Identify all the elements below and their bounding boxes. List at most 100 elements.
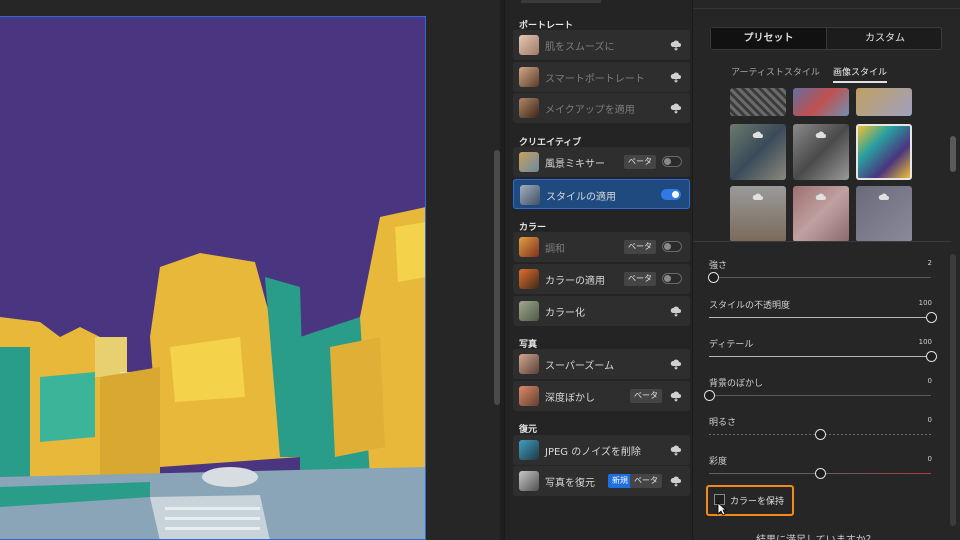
slider-knob[interactable]	[815, 468, 826, 479]
filter-item-color-transfer[interactable]: カラーの適用 ベータ	[513, 264, 690, 294]
slider-track[interactable]	[709, 468, 931, 479]
beta-badge: ベータ	[624, 272, 656, 286]
filter-item-style-transfer[interactable]: スタイルの適用	[513, 179, 690, 209]
style-thumbnail[interactable]	[793, 88, 849, 116]
filter-item-harmonization[interactable]: 調和 ベータ	[513, 232, 690, 262]
canvas-scrollbar[interactable]	[494, 150, 500, 405]
filter-item-photo-restoration[interactable]: 写真を復元 新規 ベータ	[513, 466, 690, 496]
cloud-download-icon	[815, 131, 826, 138]
style-thumbnail[interactable]	[730, 124, 786, 180]
slider-knob[interactable]	[926, 312, 937, 323]
cloud-download-icon[interactable]	[670, 358, 682, 370]
filter-item-jpeg-artifacts-removal[interactable]: JPEG のノイズを削除	[513, 435, 690, 465]
jpeg-thumbnail-icon	[519, 440, 539, 460]
panel-top-divider	[693, 8, 960, 9]
filter-item-smart-portrait[interactable]: スマートポートレート	[513, 62, 690, 92]
color-thumbnail-icon	[519, 237, 539, 257]
cloud-download-icon[interactable]	[670, 39, 682, 51]
style-thumbnail[interactable]	[856, 186, 912, 242]
style-thumbnail-icon	[520, 185, 540, 205]
cloud-download-icon	[815, 193, 826, 200]
portrait-thumbnail-icon	[519, 35, 539, 55]
filter-label: メイクアップを適用	[545, 105, 635, 116]
slider-label: 強さ	[709, 261, 728, 271]
filter-item-makeup-transfer[interactable]: メイクアップを適用	[513, 93, 690, 123]
slider-track[interactable]	[709, 312, 937, 323]
filter-item-landscape-mixer[interactable]: 風景ミキサー ベータ	[513, 147, 690, 177]
slider-knob[interactable]	[926, 351, 937, 362]
filter-label: 深度ぼかし	[545, 393, 595, 404]
style-thumbnail[interactable]	[793, 186, 849, 242]
slider-value: 100	[918, 299, 932, 307]
cloud-download-icon[interactable]	[670, 71, 682, 83]
tab-preset[interactable]: プリセット	[711, 28, 827, 49]
slider-value: 100	[918, 338, 932, 346]
filter-item-super-zoom[interactable]: スーパーズーム	[513, 349, 690, 379]
app-window: ポートレート 肌をスムーズに スマートポートレート メイクアップを適用 クリエイ…	[0, 0, 960, 540]
slider-label: ディテール	[709, 340, 754, 350]
mouse-cursor-icon	[717, 502, 727, 516]
filters-top-divider	[521, 0, 601, 3]
slider-fill	[709, 356, 931, 357]
canvas-image[interactable]	[0, 16, 426, 540]
slider-knob[interactable]	[815, 429, 826, 440]
preset-custom-segmented-control: プリセット カスタム	[710, 27, 942, 50]
restore-thumbnail-icon	[519, 471, 539, 491]
canvas-topbar	[0, 0, 500, 16]
slider-value: 2	[927, 259, 932, 267]
slider-value: 0	[927, 455, 932, 463]
beta-badge: ベータ	[624, 155, 656, 169]
zoom-thumbnail-icon	[519, 354, 539, 374]
slider-fill	[709, 317, 931, 318]
checkbox-label: カラーを保持	[730, 497, 785, 507]
cloud-download-icon[interactable]	[670, 390, 682, 402]
cloud-download-icon	[752, 131, 763, 138]
settings-scrollbar[interactable]	[950, 136, 956, 526]
style-thumbnail-selected[interactable]	[856, 124, 912, 180]
slider-knob[interactable]	[708, 272, 720, 283]
cloud-download-icon[interactable]	[670, 102, 682, 114]
filter-toggle[interactable]	[662, 156, 682, 167]
grid-divider	[693, 241, 951, 242]
slider-label: 明るさ	[709, 418, 737, 428]
subtab-artist-style[interactable]: アーティストスタイル	[731, 65, 820, 78]
filter-toggle[interactable]	[662, 241, 682, 252]
scrollbar-track[interactable]	[950, 254, 956, 526]
filter-toggle[interactable]	[661, 189, 681, 200]
style-thumbnail[interactable]	[856, 88, 912, 116]
beta-badge: ベータ	[624, 240, 656, 254]
filter-label: JPEG のノイズを削除	[545, 447, 641, 458]
cloud-download-icon[interactable]	[670, 444, 682, 456]
filter-item-smooth-skin[interactable]: 肌をスムーズに	[513, 30, 690, 60]
landscape-thumbnail-icon	[519, 152, 539, 172]
cloud-download-icon[interactable]	[670, 305, 682, 317]
portrait-thumbnail-icon	[519, 67, 539, 87]
filter-label: 写真を復元	[545, 478, 595, 489]
neural-filters-list: ポートレート 肌をスムーズに スマートポートレート メイクアップを適用 クリエイ…	[504, 0, 692, 540]
subtab-image-style[interactable]: 画像スタイル	[833, 65, 888, 83]
slider-track[interactable]	[709, 351, 937, 362]
filter-item-colorize[interactable]: カラー化	[513, 296, 690, 326]
cloud-download-icon[interactable]	[670, 475, 682, 487]
scrollbar-thumb[interactable]	[950, 136, 956, 172]
filter-label: スタイルの適用	[546, 192, 616, 203]
color-thumbnail-icon	[519, 269, 539, 289]
slider-knob[interactable]	[704, 390, 715, 401]
style-thumbnail[interactable]	[730, 186, 786, 242]
filter-label: スマートポートレート	[545, 74, 645, 85]
beta-badge: ベータ	[630, 474, 662, 488]
slider-track[interactable]	[709, 429, 931, 440]
filter-toggle[interactable]	[662, 273, 682, 284]
filter-item-depth-blur[interactable]: 深度ぼかし ベータ	[513, 381, 690, 411]
slider-track[interactable]	[708, 272, 931, 283]
style-thumbnail[interactable]	[730, 88, 786, 116]
slider-track[interactable]	[704, 390, 931, 401]
cloud-download-icon	[878, 193, 889, 200]
style-thumbnail[interactable]	[793, 124, 849, 180]
section-title-restore: 復元	[519, 425, 538, 435]
slider-label: スタイルの不透明度	[709, 301, 791, 311]
filter-label: 肌をスムーズに	[545, 42, 615, 53]
filter-label: 風景ミキサー	[545, 159, 605, 170]
filter-label: カラー化	[545, 308, 585, 319]
tab-custom[interactable]: カスタム	[827, 28, 943, 49]
